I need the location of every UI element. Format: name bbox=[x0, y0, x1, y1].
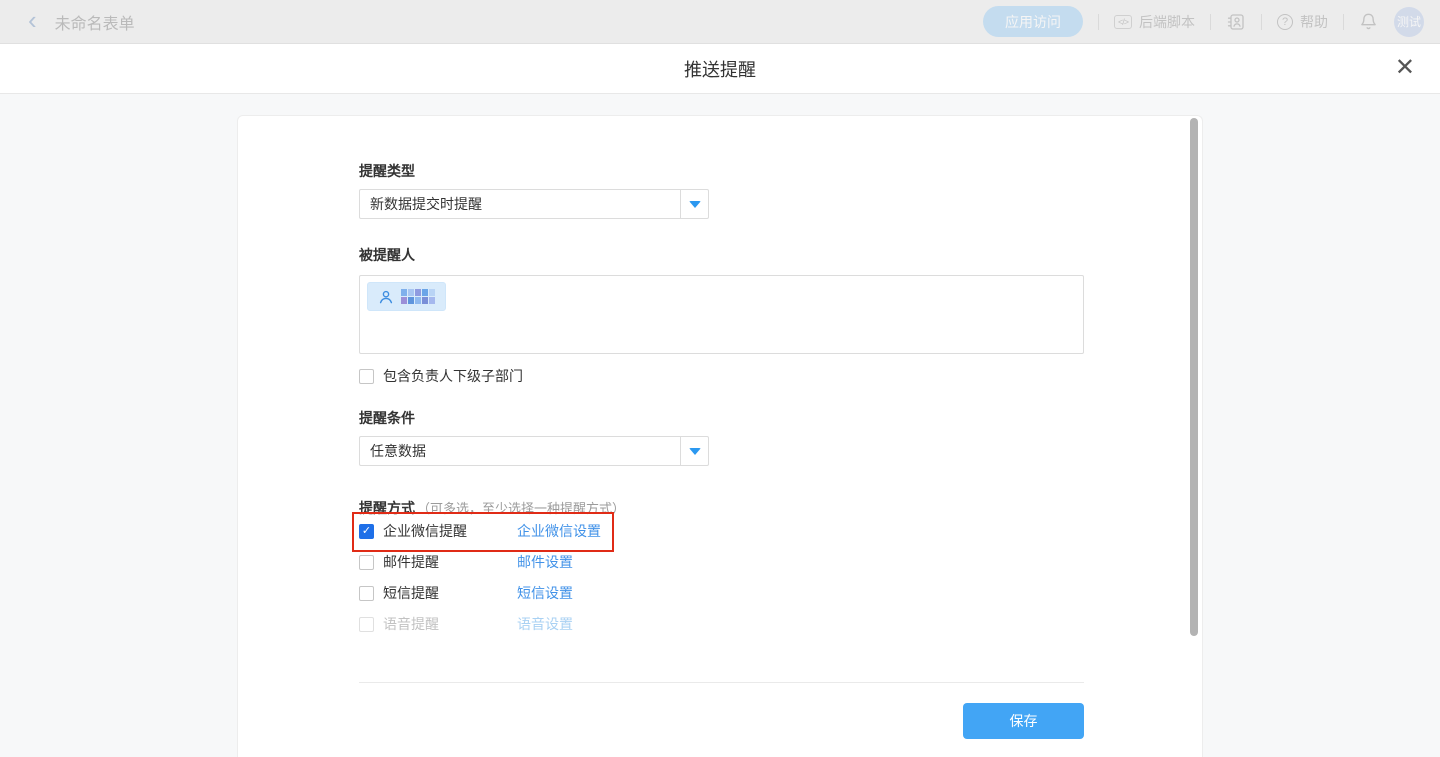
method-label: 企业微信提醒 bbox=[383, 521, 517, 541]
divider bbox=[1261, 14, 1262, 30]
checkbox-disabled-icon bbox=[359, 617, 374, 632]
voice-settings-link: 语音设置 bbox=[517, 614, 573, 634]
method-label: 语音提醒 bbox=[383, 614, 517, 634]
wecom-settings-link[interactable]: 企业微信设置 bbox=[517, 521, 601, 541]
checkbox-icon[interactable] bbox=[359, 369, 374, 384]
methods-header: 提醒方式 （可多选，至少选择一种提醒方式） bbox=[359, 498, 625, 518]
recipients-label: 被提醒人 bbox=[359, 245, 415, 265]
method-row-email: 邮件提醒 邮件设置 bbox=[359, 554, 573, 570]
condition-value: 任意数据 bbox=[360, 437, 680, 465]
dropdown-caret-box bbox=[680, 190, 708, 218]
method-row-sms: 短信提醒 短信设置 bbox=[359, 585, 573, 601]
reminder-type-label: 提醒类型 bbox=[359, 161, 415, 181]
modal-body: 提醒类型 新数据提交时提醒 被提醒人 bbox=[0, 94, 1440, 757]
sms-settings-link[interactable]: 短信设置 bbox=[517, 583, 573, 603]
checkbox-icon[interactable] bbox=[359, 555, 374, 570]
help-label: 帮助 bbox=[1300, 12, 1328, 32]
include-sub-departments-label: 包含负责人下级子部门 bbox=[383, 366, 523, 386]
topbar-actions: 应用访问 </> 后端脚本 bbox=[983, 6, 1424, 37]
app-access-button[interactable]: 应用访问 bbox=[983, 6, 1083, 37]
form-title: 未命名表单 bbox=[55, 10, 135, 34]
code-icon: </> bbox=[1114, 15, 1132, 29]
settings-panel: 提醒类型 新数据提交时提醒 被提醒人 bbox=[237, 115, 1203, 757]
methods-note: （可多选，至少选择一种提醒方式） bbox=[417, 498, 625, 517]
topbar: ‹ 未命名表单 应用访问 </> 后端脚本 bbox=[0, 0, 1440, 44]
avatar[interactable]: 测试 bbox=[1394, 7, 1424, 37]
divider bbox=[1098, 14, 1099, 30]
close-icon[interactable]: ✕ bbox=[1395, 56, 1415, 80]
include-sub-departments-checkbox[interactable]: 包含负责人下级子部门 bbox=[359, 366, 523, 386]
checkbox-icon[interactable] bbox=[359, 586, 374, 601]
reminder-type-select[interactable]: 新数据提交时提醒 bbox=[359, 189, 709, 219]
divider bbox=[1210, 14, 1211, 30]
method-label: 邮件提醒 bbox=[383, 552, 517, 572]
method-row-wecom: ✓ 企业微信提醒 企业微信设置 bbox=[359, 523, 601, 539]
chevron-down-icon bbox=[689, 448, 701, 455]
member-tag[interactable] bbox=[367, 282, 446, 311]
condition-select[interactable]: 任意数据 bbox=[359, 436, 709, 466]
method-label: 短信提醒 bbox=[383, 583, 517, 603]
contacts-icon bbox=[1226, 12, 1246, 32]
modal-header: 推送提醒 ✕ bbox=[0, 44, 1440, 94]
recipients-input[interactable] bbox=[359, 275, 1084, 354]
condition-label: 提醒条件 bbox=[359, 408, 415, 428]
reminder-type-value: 新数据提交时提醒 bbox=[360, 190, 680, 218]
scrollbar-thumb[interactable] bbox=[1190, 118, 1198, 636]
email-settings-link[interactable]: 邮件设置 bbox=[517, 552, 573, 572]
save-button[interactable]: 保存 bbox=[963, 703, 1084, 739]
help-icon: ? bbox=[1277, 14, 1293, 30]
checkbox-checked-icon[interactable]: ✓ bbox=[359, 524, 374, 539]
divider bbox=[1343, 14, 1344, 30]
contacts-button[interactable] bbox=[1226, 12, 1246, 32]
app-window: ‹ 未命名表单 应用访问 </> 后端脚本 bbox=[0, 0, 1440, 757]
modal-title: 推送提醒 bbox=[684, 56, 756, 82]
backend-script-button[interactable]: </> 后端脚本 bbox=[1114, 12, 1195, 32]
back-button[interactable]: ‹ bbox=[28, 7, 37, 33]
bell-icon bbox=[1359, 12, 1378, 31]
dropdown-caret-box bbox=[680, 437, 708, 465]
chevron-down-icon bbox=[689, 201, 701, 208]
person-icon bbox=[378, 289, 394, 305]
help-button[interactable]: ? 帮助 bbox=[1277, 12, 1328, 32]
notifications-button[interactable] bbox=[1359, 12, 1378, 31]
footer-divider bbox=[359, 682, 1084, 683]
methods-label: 提醒方式 bbox=[359, 498, 415, 518]
method-row-voice: 语音提醒 语音设置 bbox=[359, 616, 573, 632]
redacted-member-name bbox=[401, 289, 435, 304]
backend-script-label: 后端脚本 bbox=[1139, 12, 1195, 32]
